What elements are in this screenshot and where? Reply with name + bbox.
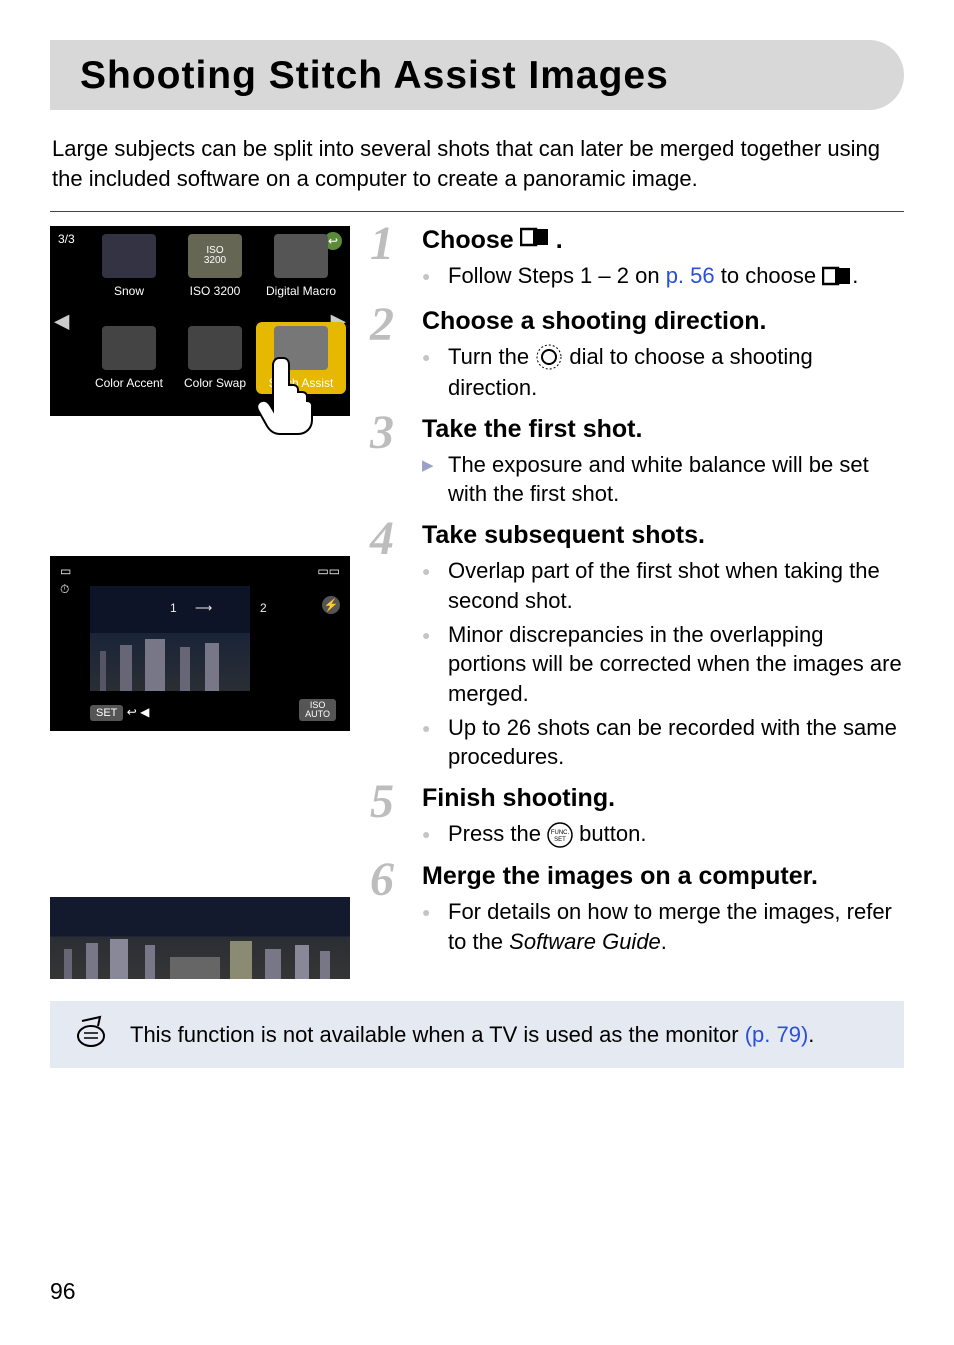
page-link[interactable]: (p. 79) [745,1022,809,1047]
func-set-button-icon: FUNC.SET [547,820,573,850]
step-5: 5 Finish shooting. Press the FUNC.SET bu… [376,784,904,850]
iso-auto-chip: ISO AUTO [299,699,336,721]
timer-icon: ⏱ [60,582,69,597]
shot-number-2: 2 [260,601,267,615]
step-number: 5 [370,774,394,829]
step-3: 3 Take the first shot. The exposure and … [376,415,904,509]
separator [50,211,904,212]
mode-label: Snow [114,284,144,298]
panorama-result-screenshot [50,897,350,979]
mode-cell: Color Swap [170,326,260,390]
panorama-photo [50,897,350,979]
steps-column: 1 Choose . Follow Steps 1 – 2 on p. 56 t… [376,226,904,979]
step-heading: Merge the images on a computer. [422,862,904,891]
step-item: For details on how to merge the images, … [422,897,904,956]
mode-cell: Color Accent [84,326,174,390]
step-head-period: . [556,226,563,255]
mode-cell: Snow [84,234,174,298]
stitch-assist-icon [520,226,550,255]
pointing-hand-icon [255,356,315,436]
nav-left-icon: ◀ [54,309,69,334]
step-number: 2 [370,297,394,352]
page-title-banner: Shooting Stitch Assist Images [50,40,904,110]
step-number: 4 [370,511,394,566]
memo-icon [74,1015,108,1054]
note-box: This function is not available when a TV… [50,1001,904,1068]
step-item: Press the FUNC.SET button. [422,819,904,850]
mode-cell: ISO3200 ISO 3200 [170,234,260,298]
mode-cell: Digital Macro [256,234,346,298]
guide-title-italic: Software Guide [509,929,661,954]
step-number: 3 [370,405,394,460]
stitch-assist-icon [822,265,852,295]
step-item: Overlap part of the first shot when taki… [422,556,904,615]
stitch-preview-screenshot: ▭ ⏱ ▭▭ ⚡ 1 ⟶ 2 SET ↩ ◀ [50,556,350,731]
step-item: Minor discrepancies in the overlapping p… [422,620,904,709]
note-text: This function is not available when a TV… [130,1022,814,1048]
step-number: 1 [370,216,394,271]
step-item: Turn the dial to choose a shooting direc… [422,342,904,403]
step-1: 1 Choose . Follow Steps 1 – 2 on p. 56 t… [376,226,904,295]
control-dial-icon [535,343,563,373]
stitch-mode-icon: ▭▭ [317,564,340,578]
page-link[interactable]: p. 56 [666,263,715,288]
step-head-text: Choose [422,226,514,255]
page-indicator: 3/3 [58,232,75,246]
mode-label: ISO 3200 [190,284,241,298]
step-heading: Take subsequent shots. [422,521,904,550]
mode-label: Digital Macro [266,284,336,298]
step-item: Up to 26 shots can be recorded with the … [422,713,904,772]
battery-icon: ▭ [60,564,71,578]
arrow-right-icon: ⟶ [195,601,212,615]
page-number: 96 [50,1278,76,1305]
step-heading: Finish shooting. [422,784,904,813]
set-back-chip: SET ↩ ◀ [90,705,149,721]
step-heading: Choose a shooting direction. [422,307,904,336]
flash-icon: ⚡ [322,596,340,614]
step-item: The exposure and white balance will be s… [422,450,904,509]
step-heading: Choose . [422,226,904,255]
page-title: Shooting Stitch Assist Images [80,54,874,98]
step-4: 4 Take subsequent shots. Overlap part of… [376,521,904,772]
shot-number-1: 1 [170,601,177,615]
mode-label: Color Accent [95,376,163,390]
mode-label: Color Swap [184,376,246,390]
step-2: 2 Choose a shooting direction. Turn the … [376,307,904,403]
left-column: 3/3 ↩ ◀ ▶ Snow ISO3200 ISO 3200 Digital … [50,226,350,979]
intro-paragraph: Large subjects can be split into several… [50,134,904,193]
step-heading: Take the first shot. [422,415,904,444]
content-columns: 3/3 ↩ ◀ ▶ Snow ISO3200 ISO 3200 Digital … [50,226,904,979]
mode-select-screenshot: 3/3 ↩ ◀ ▶ Snow ISO3200 ISO 3200 Digital … [50,226,350,416]
step-6: 6 Merge the images on a computer. For de… [376,862,904,956]
svg-text:FUNC.: FUNC. [551,830,570,836]
step-number: 6 [370,852,394,907]
step-item: Follow Steps 1 – 2 on p. 56 to choose . [422,261,904,295]
svg-text:SET: SET [554,837,566,843]
